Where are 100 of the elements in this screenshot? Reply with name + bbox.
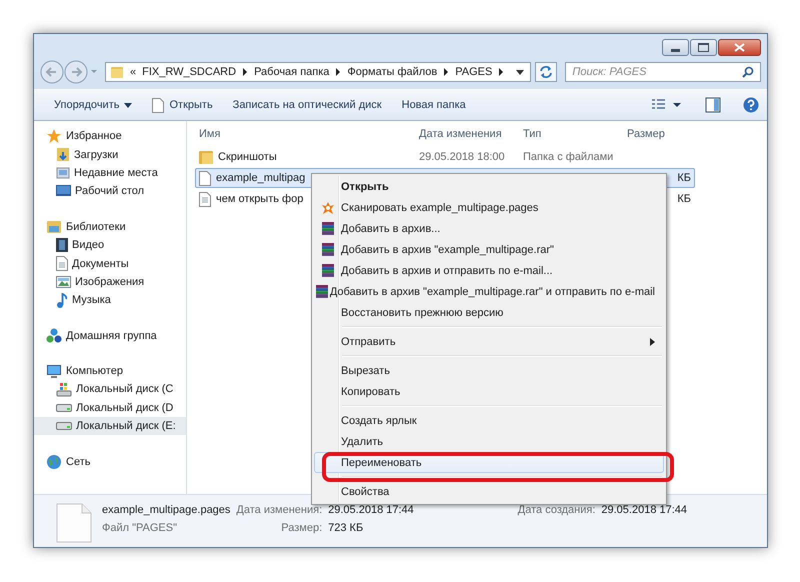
- globe-icon: [46, 454, 62, 470]
- recent-places-icon: [56, 166, 70, 180]
- column-header[interactable]: Дата изменения: [419, 128, 523, 140]
- address-bar[interactable]: « FIX_RW_SDCARD Рабочая папка Форматы файлов PAGES: [105, 62, 532, 82]
- menu-item[interactable]: Создать ярлык: [314, 410, 664, 431]
- caret-icon: [124, 102, 132, 108]
- file-thumbnail-icon: [56, 503, 92, 543]
- nav-item[interactable]: Локальный диск (C: [34, 380, 186, 399]
- nav-item[interactable]: Локальный диск (E:: [34, 417, 186, 436]
- close-icon: [734, 43, 745, 52]
- nav-item[interactable]: Рабочий стол: [34, 182, 186, 201]
- system-drive-icon: [56, 382, 72, 397]
- maximize-button[interactable]: [690, 39, 717, 56]
- file-date: 29.05.2018 18:00: [419, 151, 505, 163]
- chevron-icon[interactable]: [443, 68, 450, 76]
- nav-item[interactable]: Изображения: [34, 272, 186, 292]
- folder-icon: [199, 150, 213, 164]
- menu-item[interactable]: Вырезать: [314, 360, 664, 381]
- search-field[interactable]: Поиск: PAGES: [565, 62, 761, 82]
- nav-item[interactable]: Недавние места: [34, 164, 186, 182]
- text-file-icon: [199, 192, 211, 206]
- archive-books-icon: [321, 221, 335, 236]
- preview-pane-icon[interactable]: [705, 97, 721, 113]
- computer-icon: [46, 364, 62, 379]
- menu-item[interactable]: Добавить в архив "example_multipage.rar" и отправить по e-mail: [314, 281, 664, 302]
- nav-item[interactable]: Видео: [34, 236, 186, 254]
- detail-label: Размер:: [281, 522, 322, 534]
- detail-value: 723 КБ: [328, 522, 364, 534]
- menu-item[interactable]: Добавить в архив...: [314, 218, 664, 239]
- detail-value: 29.05.2018 17:44: [601, 504, 688, 516]
- toolbar-button[interactable]: Новая папка: [396, 96, 472, 114]
- chevron-icon[interactable]: [242, 68, 248, 76]
- file-size: КБ: [677, 172, 691, 184]
- drive-icon: [56, 404, 72, 412]
- nav-item[interactable]: Музыка: [34, 291, 186, 310]
- document-icon: [152, 98, 164, 112]
- close-button[interactable]: [718, 39, 761, 56]
- search-icon: [742, 66, 754, 78]
- column-header[interactable]: Тип: [523, 128, 627, 140]
- homegroup-icon: [46, 328, 62, 344]
- file-name: example_multipage.pages: [102, 504, 230, 516]
- nav-item[interactable]: Библиотеки: [34, 218, 186, 236]
- view-options-icon[interactable]: [651, 98, 683, 112]
- file-name: example_multipag: [216, 172, 306, 184]
- blank-file-icon: [199, 170, 211, 186]
- folder-icon: [110, 65, 124, 79]
- nav-item[interactable]: Сеть: [34, 452, 186, 471]
- chevron-icon[interactable]: [335, 68, 342, 76]
- menu-item[interactable]: Сканировать example_multipage.pages: [314, 197, 664, 218]
- detail-label: Дата изменения:: [236, 504, 322, 516]
- menu-item[interactable]: Отправить: [314, 331, 664, 352]
- chevron-icon[interactable]: [498, 68, 504, 76]
- help-icon[interactable]: [743, 97, 759, 113]
- refresh-icon: [539, 65, 554, 79]
- menu-item[interactable]: Свойства: [314, 481, 664, 502]
- toolbar-button[interactable]: Открыть: [146, 94, 219, 116]
- music-note-icon: [56, 292, 68, 308]
- downloads-folder-icon: [56, 147, 70, 162]
- overflow-chevron[interactable]: «: [130, 66, 136, 78]
- antivirus-icon: [321, 200, 335, 214]
- breadcrumb[interactable]: PAGES: [455, 66, 492, 78]
- minimize-button[interactable]: [662, 39, 689, 56]
- document-icon: [56, 256, 68, 272]
- star-icon: [46, 128, 62, 144]
- file-name: чем открыть фор: [216, 193, 304, 205]
- toolbar-button[interactable]: Упорядочить: [48, 96, 138, 114]
- archive-books-icon: [315, 284, 330, 299]
- archive-books-icon: [321, 242, 335, 257]
- archive-books-icon: [321, 263, 335, 278]
- nav-item[interactable]: Локальный диск (D: [34, 398, 186, 418]
- library-icon: [46, 220, 62, 234]
- column-header[interactable]: Размер: [627, 128, 691, 140]
- breadcrumb[interactable]: Рабочая папка: [254, 66, 330, 78]
- menu-item[interactable]: Восстановить прежнюю версию: [314, 302, 664, 323]
- menu-item[interactable]: Удалить: [314, 431, 664, 452]
- toolbar-button[interactable]: Записать на оптический диск: [226, 96, 388, 114]
- drive-icon: [56, 422, 72, 430]
- nav-item[interactable]: Загрузки: [34, 145, 186, 164]
- menu-item[interactable]: Добавить в архив "example_multipage.rar": [314, 239, 664, 260]
- file-size: КБ: [677, 193, 691, 205]
- refresh-button[interactable]: [535, 62, 558, 82]
- nav-item[interactable]: Домашняя группа: [34, 326, 186, 345]
- image-icon: [56, 276, 71, 288]
- breadcrumb[interactable]: FIX_RW_SDCARD: [142, 66, 236, 78]
- menu-item[interactable]: Открыть: [314, 176, 664, 197]
- nav-item[interactable]: Компьютер: [34, 362, 186, 380]
- breadcrumb[interactable]: Форматы файлов: [347, 66, 438, 78]
- dropdown-icon[interactable]: [516, 70, 524, 74]
- film-icon: [56, 238, 68, 252]
- file-type: Файл "PAGES": [102, 522, 178, 534]
- menu-item[interactable]: Добавить в архив и отправить по e-mail...: [314, 260, 664, 281]
- nav-item[interactable]: Документы: [34, 254, 186, 273]
- file-type: Папка с файлами: [523, 151, 614, 163]
- menu-item[interactable]: Копировать: [314, 381, 664, 402]
- detail-value: 29.05.2018 17:44: [328, 504, 414, 516]
- submenu-arrow-icon: [650, 338, 655, 346]
- file-name: Скриншоты: [218, 151, 277, 163]
- column-header[interactable]: Имя: [199, 128, 419, 140]
- desktop-icon: [56, 185, 71, 198]
- nav-item[interactable]: Избранное: [34, 127, 186, 146]
